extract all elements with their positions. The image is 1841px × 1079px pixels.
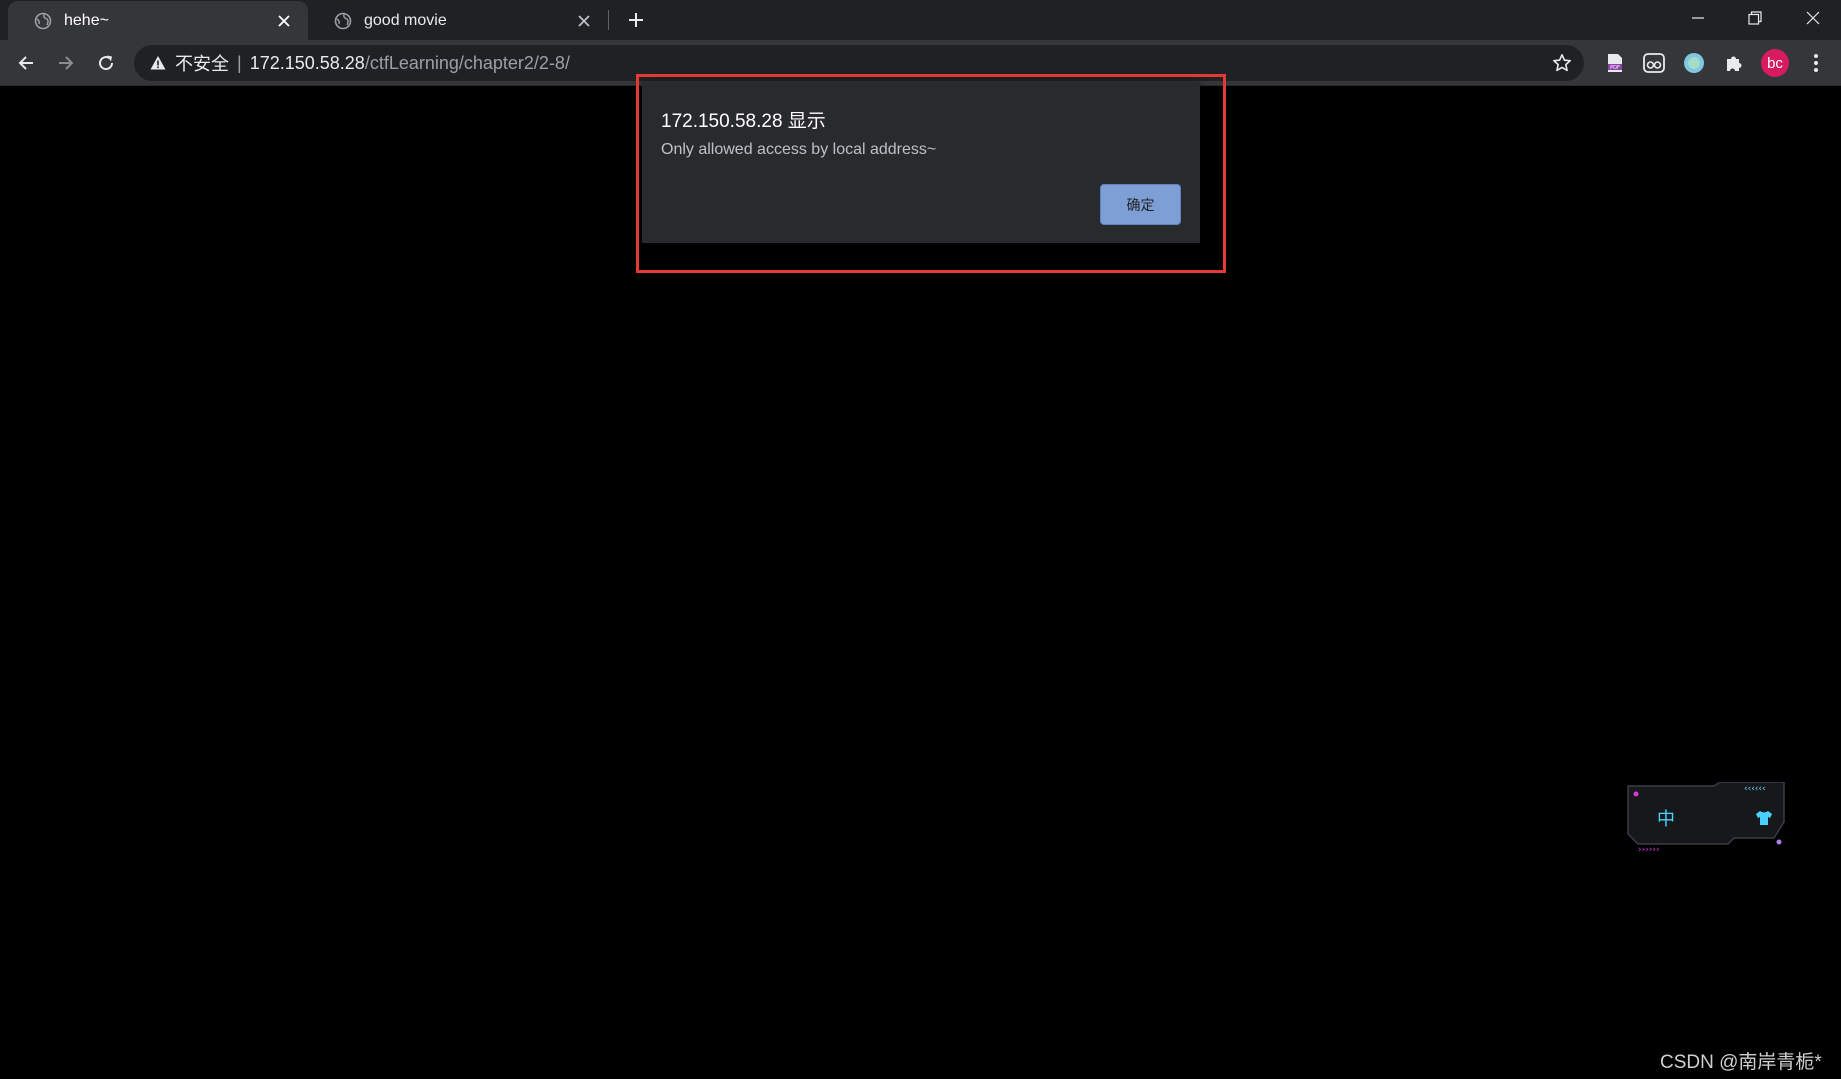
reload-icon: [99, 55, 114, 71]
new-tab-button[interactable]: [620, 4, 652, 36]
circle-extension-icon[interactable]: [1682, 51, 1706, 75]
glasses-extension-icon[interactable]: [1642, 51, 1666, 75]
globe-icon: [334, 12, 352, 30]
floating-toolbar-widget: ‹‹‹‹‹‹ ›››››› 中: [1624, 782, 1788, 854]
url-host: 172.150.58.28: [249, 52, 365, 73]
language-toggle[interactable]: 中: [1652, 804, 1680, 832]
more-menu-icon[interactable]: [1804, 51, 1828, 75]
arrow-right-icon: [59, 56, 74, 70]
extensions-puzzle-icon[interactable]: [1722, 51, 1746, 75]
svg-text:‹‹‹‹‹‹: ‹‹‹‹‹‹: [1744, 784, 1766, 794]
tab-hehe[interactable]: hehe~: [8, 1, 308, 40]
tab-title: hehe~: [64, 11, 109, 29]
minimize-button[interactable]: [1670, 0, 1726, 36]
svg-text:PDF: PDF: [1610, 65, 1620, 71]
security-label[interactable]: 不安全: [175, 50, 229, 76]
forward-button[interactable]: [50, 47, 82, 79]
tab-good-movie[interactable]: good movie: [308, 1, 608, 40]
plus-icon: [629, 13, 643, 27]
shirt-icon[interactable]: [1750, 804, 1778, 832]
pdf-extension-icon[interactable]: PDF: [1603, 51, 1627, 75]
back-button[interactable]: [10, 47, 42, 79]
minimize-icon: [1692, 17, 1704, 19]
close-window-button[interactable]: [1785, 0, 1841, 36]
tab-title: good movie: [364, 11, 447, 29]
arrow-left-icon: [18, 56, 33, 70]
csdn-watermark: CSDN @南岸青栀*: [1660, 1052, 1822, 1073]
svg-text:››››››: ››››››: [1638, 845, 1660, 854]
close-tab-icon[interactable]: [274, 11, 294, 31]
url-path: /ctfLearning/chapter2/2-8/: [364, 52, 570, 73]
close-icon: [1806, 11, 1820, 25]
red-highlight-box: [636, 74, 1226, 273]
address-separator: |: [237, 52, 242, 73]
bookmark-star-icon[interactable]: [1550, 51, 1574, 75]
moon-icon[interactable]: [1702, 804, 1730, 832]
close-tab-icon[interactable]: [574, 11, 594, 31]
restore-button[interactable]: [1727, 0, 1783, 36]
profile-avatar[interactable]: bc: [1761, 49, 1789, 77]
tab-separator: [608, 10, 609, 30]
reload-button[interactable]: [90, 47, 122, 79]
globe-icon: [34, 12, 52, 30]
warning-icon: [150, 56, 166, 70]
tab-strip: hehe~ good movie: [0, 0, 1841, 40]
restore-icon: [1748, 11, 1762, 25]
